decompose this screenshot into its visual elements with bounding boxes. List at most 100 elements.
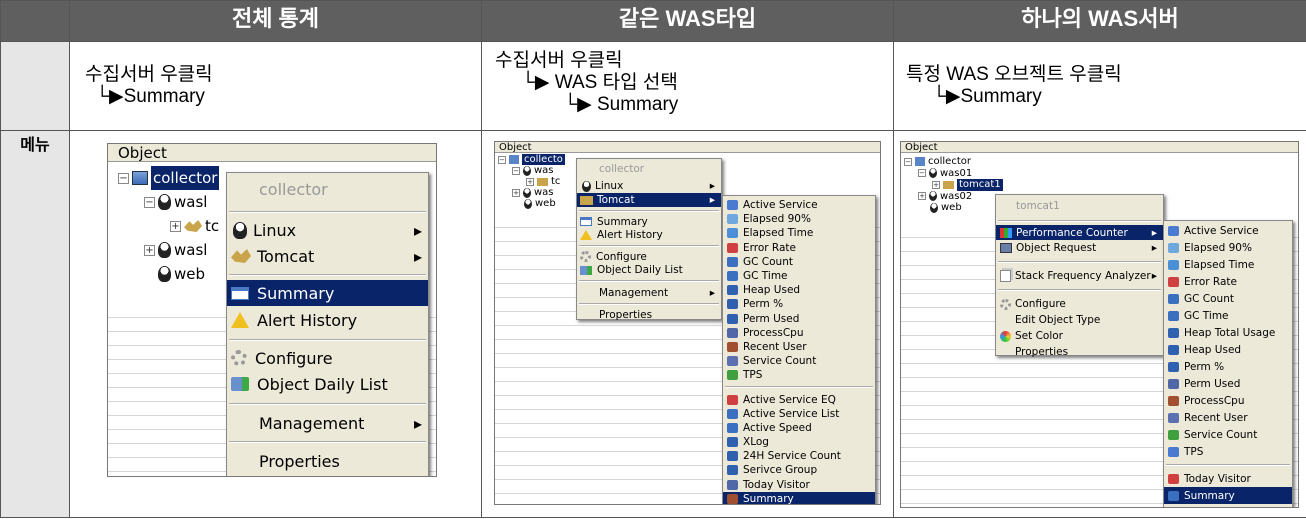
- submenu-item-gc-count[interactable]: GC Count: [1164, 290, 1292, 307]
- tree-node-tomcat1[interactable]: + tomcat1: [904, 179, 1003, 191]
- collapse-icon[interactable]: −: [904, 157, 912, 166]
- tree-node-was02[interactable]: + was02: [904, 191, 1003, 203]
- submenu-item-today-visitor[interactable]: Today Visitor: [1164, 470, 1292, 487]
- submenu-item-gc-time[interactable]: GC Time: [1164, 307, 1292, 324]
- submenu-item-service-count[interactable]: Service Count: [1164, 426, 1292, 443]
- tomcat-icon: [537, 177, 548, 186]
- menu-item-management[interactable]: Management ▸: [227, 409, 428, 437]
- tree-node-collector[interactable]: − collector: [904, 156, 1003, 168]
- menu-item-summary[interactable]: Summary: [577, 215, 721, 228]
- submenu-item-elapsed-90[interactable]: Elapsed 90%: [1164, 239, 1292, 256]
- submenu-item-error-rate[interactable]: Error Rate: [723, 241, 875, 255]
- submenu-item-heap-used[interactable]: Heap Used: [723, 283, 875, 297]
- collapse-icon[interactable]: −: [918, 169, 926, 178]
- tree-node-web[interactable]: web: [904, 202, 1003, 214]
- tree-label-tc: tc: [551, 176, 561, 187]
- menu-label: TPS: [1184, 445, 1204, 458]
- tree-node-tc[interactable]: + tc: [498, 176, 565, 187]
- submenu-item-perm-used[interactable]: Perm Used: [1164, 375, 1292, 392]
- menu-label: ProcessCpu: [1184, 394, 1245, 407]
- submenu-item-serivce-group[interactable]: Serivce Group: [723, 463, 875, 477]
- submenu-item-elapsed-time[interactable]: Elapsed Time: [723, 226, 875, 240]
- menu-item-alert-history[interactable]: Alert History: [577, 228, 721, 242]
- menu-item-configure[interactable]: Configure: [996, 296, 1163, 312]
- menu-label: Error Rate: [743, 241, 797, 254]
- tree-node-was01[interactable]: − was01: [904, 168, 1003, 180]
- submenu-item-tps[interactable]: TPS: [1164, 443, 1292, 460]
- submenu-item-active-service-list[interactable]: Active Service List: [723, 407, 875, 421]
- submenu-item-today-visitor[interactable]: Today Visitor: [723, 478, 875, 492]
- menu-item-configure[interactable]: Configure: [227, 345, 428, 371]
- expand-icon[interactable]: +: [526, 177, 534, 186]
- menu-item-object-daily-list[interactable]: Object Daily List: [227, 371, 428, 397]
- menu-item-properties[interactable]: Properties: [577, 308, 721, 322]
- tree-node-collector[interactable]: − collector: [118, 166, 220, 190]
- menu-label: Perm Used: [743, 312, 800, 325]
- collapse-icon[interactable]: −: [512, 166, 520, 175]
- submenu-item-perm-used[interactable]: Perm Used: [723, 312, 875, 326]
- submenu-item-processcpu[interactable]: ProcessCpu: [1164, 392, 1292, 409]
- desc-line: 수집서버 우클릭: [495, 50, 623, 71]
- menu-label: Active Service: [743, 199, 818, 212]
- submenu-item-processcpu[interactable]: ProcessCpu: [723, 326, 875, 340]
- tree-node-was1[interactable]: − wasl: [118, 190, 219, 214]
- menu-item-edit-object-type[interactable]: Edit Object Type: [996, 312, 1163, 328]
- submenu-item-active-service[interactable]: Active Service: [723, 198, 875, 212]
- menu-item-performance-counter[interactable]: Performance Counter ▸: [996, 225, 1163, 240]
- tree-node-collector[interactable]: − collecto: [498, 154, 565, 165]
- menu-item-set-color[interactable]: Set Color: [996, 328, 1163, 344]
- tree-node-was2[interactable]: + wasl: [118, 238, 219, 262]
- submenu-item-perm[interactable]: Perm %: [1164, 358, 1292, 375]
- tree-node-web[interactable]: web: [118, 262, 219, 286]
- menu-item-linux[interactable]: Linux ▸: [577, 179, 721, 193]
- expand-icon[interactable]: +: [932, 180, 940, 189]
- submenu-item-xlog[interactable]: XLog: [723, 435, 875, 449]
- submenu-item-summary[interactable]: Summary: [723, 491, 875, 504]
- submenu-item-elapsed-90[interactable]: Elapsed 90%: [723, 212, 875, 226]
- submenu-item-perm[interactable]: Perm %: [723, 297, 875, 311]
- submenu-item-tps[interactable]: TPS: [723, 368, 875, 382]
- expand-icon[interactable]: +: [170, 220, 181, 232]
- menu-item-object-request[interactable]: Object Request ▸: [996, 240, 1163, 256]
- expand-icon[interactable]: +: [144, 244, 155, 256]
- menu-item-alert-history[interactable]: Alert History: [227, 306, 428, 334]
- tree-node-web[interactable]: web: [498, 198, 565, 209]
- menu-item-properties[interactable]: Properties: [227, 447, 428, 475]
- submenu-item-active-service[interactable]: Active Service: [1164, 222, 1292, 239]
- submenu-item-summary[interactable]: Summary: [1164, 487, 1292, 504]
- menu-item-management[interactable]: Management ▸: [577, 285, 721, 300]
- tree-node-was[interactable]: − was: [498, 165, 565, 176]
- submenu-item-gc-time[interactable]: GC Time: [723, 269, 875, 283]
- expand-icon[interactable]: +: [512, 188, 520, 197]
- menu-item-stack-frequency-analyzer[interactable]: Stack Frequency Analyzer ▸: [996, 268, 1163, 284]
- submenu-item-recent-user[interactable]: Recent User: [1164, 409, 1292, 426]
- submenu-item-recent-user[interactable]: Recent User: [723, 340, 875, 354]
- menu-item-summary[interactable]: Summary: [227, 280, 428, 306]
- tree-node-was2[interactable]: + was: [498, 187, 565, 198]
- submenu-item-heap-used[interactable]: Heap Used: [1164, 341, 1292, 358]
- submenu-item-gc-count[interactable]: GC Count: [723, 255, 875, 269]
- menu-item-configure[interactable]: Configure: [577, 250, 721, 263]
- submenu-item-error-rate[interactable]: Error Rate: [1164, 273, 1292, 290]
- submenu-item-active-speed[interactable]: Active Speed: [723, 421, 875, 435]
- menu-label: Properties: [599, 309, 653, 321]
- menu-item-properties[interactable]: Properties: [996, 344, 1163, 360]
- menu-item-linux[interactable]: Linux ▸: [227, 217, 428, 243]
- menu-item-tomcat[interactable]: Tomcat ▸: [577, 193, 721, 207]
- menu-item-object-daily-list[interactable]: Object Daily List: [577, 263, 721, 277]
- menu-item-tomcat[interactable]: Tomcat ▸: [227, 243, 428, 269]
- menu-label: Summary: [597, 215, 648, 228]
- submenu-item-elapsed-time[interactable]: Elapsed Time: [1164, 256, 1292, 273]
- heap-used-icon: [727, 285, 738, 296]
- menu-label: Alert History: [257, 310, 358, 330]
- row-label-menu: 메뉴: [0, 130, 70, 518]
- submenu-item-heap-total-usage[interactable]: Heap Total Usage: [1164, 324, 1292, 341]
- collapse-icon[interactable]: −: [118, 172, 129, 184]
- submenu-item-active-service-eq[interactable]: Active Service EQ: [723, 392, 875, 406]
- collapse-icon[interactable]: −: [498, 155, 506, 164]
- collapse-icon[interactable]: −: [144, 196, 155, 208]
- submenu-item-service-count[interactable]: Service Count: [723, 354, 875, 368]
- submenu-item-24h-service-count[interactable]: 24H Service Count: [723, 449, 875, 463]
- tree-node-tc[interactable]: + tc: [118, 214, 219, 238]
- expand-icon[interactable]: +: [918, 192, 926, 201]
